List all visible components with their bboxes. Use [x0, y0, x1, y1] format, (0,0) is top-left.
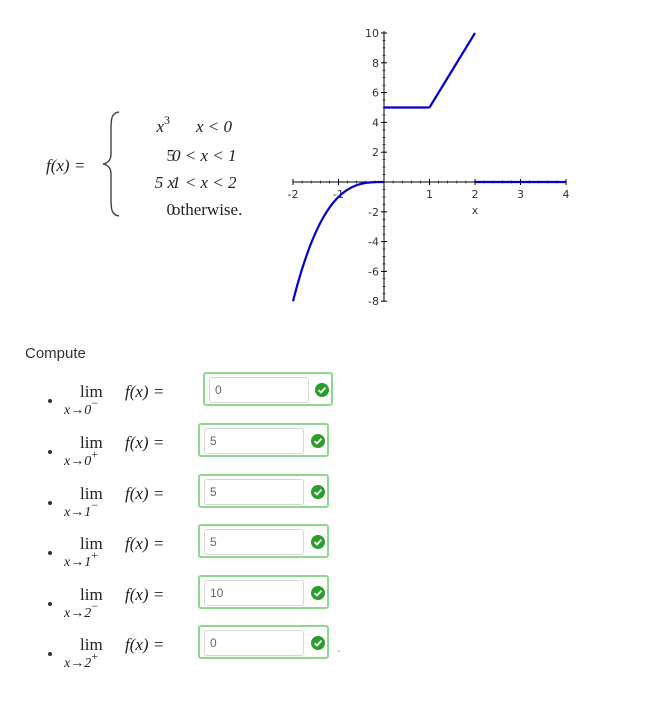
answer-feedback-box: 5	[198, 524, 329, 558]
lim-expression: f(x) =	[125, 534, 165, 553]
y-tick-label: -2	[368, 206, 379, 219]
case-expr: x3	[156, 113, 170, 136]
graph-axes	[293, 31, 566, 302]
lim-expression: f(x) =	[125, 382, 165, 401]
lim-subscript: x→2+	[64, 649, 98, 671]
lim-expression: f(x) =	[125, 585, 165, 604]
y-tick-label: 2	[372, 146, 379, 159]
answer-input[interactable]: 0	[204, 630, 304, 656]
y-tick-label: 8	[372, 57, 379, 70]
lim-subscript: x→2−	[64, 599, 98, 621]
answer-input[interactable]: 10	[204, 580, 304, 606]
linear-segment	[428, 32, 476, 109]
x-tick-label: 4	[563, 188, 570, 201]
x-tick-label: -2	[288, 188, 299, 201]
answer-feedback-box: 0	[198, 625, 329, 659]
checkmark-circle-icon	[311, 636, 325, 650]
y-tick-label: -6	[368, 265, 379, 278]
case-row-4: 0 otherwise.	[122, 200, 272, 222]
case-condition: otherwise.	[172, 200, 243, 219]
bullet	[48, 602, 52, 606]
bullet	[48, 450, 52, 454]
piecewise-definition: f(x) = x3 x < 0 5 0 < x < 1 5 x 1 < x < …	[0, 0, 270, 240]
case-row-3: 5 x 1 < x < 2	[122, 173, 272, 195]
trailing-period: .	[337, 640, 341, 655]
function-lhs: f(x) =	[46, 156, 86, 175]
bullet	[48, 399, 52, 403]
lim-subscript: x→1−	[64, 498, 98, 520]
answer-feedback-box: 0	[203, 372, 333, 406]
y-tick-label: 4	[372, 116, 379, 129]
checkmark-circle-icon	[311, 535, 325, 549]
x-tick-label: 2	[472, 188, 479, 201]
answer-input[interactable]: 5	[204, 428, 304, 454]
lim-subscript: x→1+	[64, 548, 98, 570]
lim-subscript: x→0+	[64, 447, 98, 469]
graph-curve	[291, 32, 566, 302]
x-axis-label: x	[472, 204, 479, 217]
answer-feedback-box: 10	[198, 575, 329, 609]
bullet	[48, 551, 52, 555]
lim-expression: f(x) =	[125, 433, 165, 452]
answer-input[interactable]: 0	[209, 377, 309, 403]
case-condition: 1 < x < 2	[172, 173, 237, 192]
y-tick-label: -4	[368, 236, 379, 249]
y-tick-label: -8	[368, 295, 379, 308]
lim-expression: f(x) =	[125, 484, 165, 503]
compute-heading: Compute	[25, 345, 86, 362]
answer-input[interactable]: 5	[204, 529, 304, 555]
case-condition: 0 < x < 1	[172, 146, 237, 165]
case-condition: x < 0	[195, 117, 233, 136]
y-tick-label: 10	[365, 27, 379, 40]
answer-feedback-box: 5	[198, 474, 329, 508]
x-tick-label: 1	[426, 188, 433, 201]
left-brace-icon	[102, 111, 120, 217]
bullet	[48, 501, 52, 505]
answer-feedback-box: 5	[198, 423, 329, 457]
bullet	[48, 652, 52, 656]
function-graph: -2 -1 1 2 3 4x108642-2-4-6-8	[288, 27, 570, 308]
lim-subscript: x→0−	[64, 396, 98, 418]
answer-input[interactable]: 5	[204, 479, 304, 505]
checkmark-circle-icon	[311, 485, 325, 499]
case-row-1: x3 x < 0	[122, 113, 272, 139]
y-tick-label: 6	[372, 87, 379, 100]
x-tick-label: 3	[517, 188, 524, 201]
checkmark-circle-icon	[311, 586, 325, 600]
graph-ticks: -2 -1 1 2 3 4x108642-2-4-6-8	[288, 27, 570, 308]
function-label: f(x) =	[46, 156, 85, 176]
case-row-2: 5 0 < x < 1	[122, 146, 272, 168]
lim-expression: f(x) =	[125, 635, 165, 654]
checkmark-circle-icon	[315, 383, 329, 397]
checkmark-circle-icon	[311, 434, 325, 448]
